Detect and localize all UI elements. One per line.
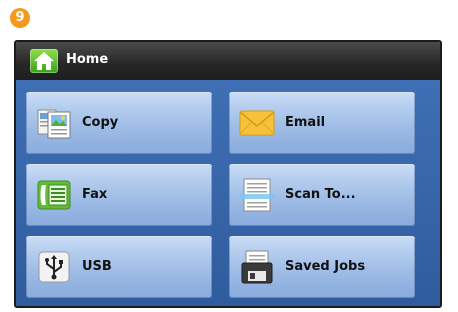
- scan-icon: [239, 177, 275, 213]
- app-grid: Copy Email Fax Scan To... USB Saved Jobs: [16, 80, 440, 306]
- scan-to-label: Scan To...: [285, 187, 356, 202]
- fax-label: Fax: [82, 187, 108, 202]
- email-label: Email: [285, 115, 326, 130]
- step-number-badge: 9: [10, 8, 30, 28]
- fax-tile-button[interactable]: Fax: [26, 164, 212, 226]
- email-tile-button[interactable]: Email: [229, 92, 415, 154]
- copy-icon: [36, 105, 72, 141]
- usb-tile-button[interactable]: USB: [26, 236, 212, 298]
- title-bar: Home: [16, 42, 440, 80]
- saved-jobs-label: Saved Jobs: [285, 259, 366, 274]
- fax-icon: [36, 177, 72, 213]
- email-icon: [239, 105, 275, 141]
- device-screen: Home Copy Email Fax Scan To... USB Saved…: [14, 40, 442, 308]
- usb-label: USB: [82, 259, 112, 274]
- copy-tile-button[interactable]: Copy: [26, 92, 212, 154]
- saved-jobs-tile-button[interactable]: Saved Jobs: [229, 236, 415, 298]
- home-icon[interactable]: [30, 49, 58, 73]
- page-title: Home: [66, 52, 109, 67]
- usb-icon: [36, 249, 72, 285]
- copy-label: Copy: [82, 115, 119, 130]
- saved-jobs-icon: [239, 249, 275, 285]
- scan-to-tile-button[interactable]: Scan To...: [229, 164, 415, 226]
